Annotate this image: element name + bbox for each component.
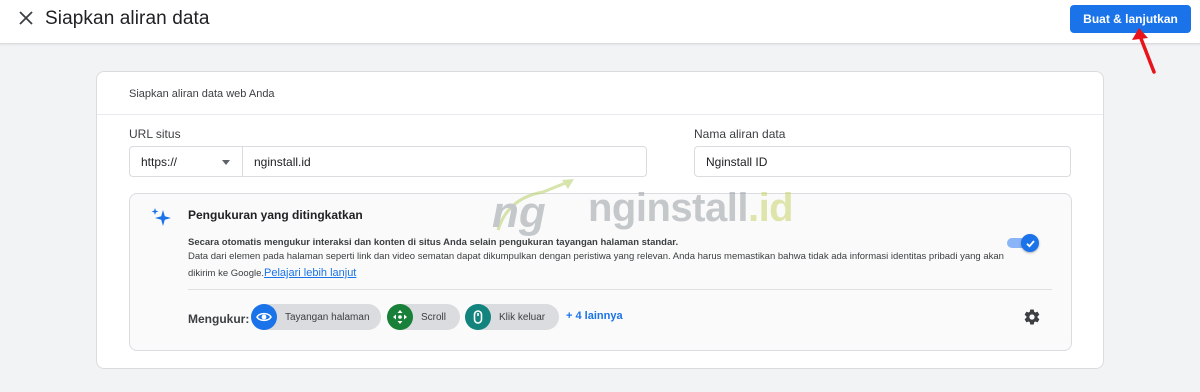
enhanced-measurement-description: Secara otomatis mengukur interaksi dan k…	[188, 236, 1008, 282]
protocol-select[interactable]: https://	[129, 146, 242, 177]
measuring-label: Mengukur:	[188, 312, 250, 326]
enhanced-measurement-toggle[interactable]	[1007, 234, 1039, 252]
learn-more-link[interactable]: Pelajari lebih lanjut	[264, 267, 356, 279]
chip-outbound-clicks: Klik keluar	[465, 304, 559, 330]
enhanced-measurement-panel: Pengukuran yang ditingkatkan Secara otom…	[129, 193, 1072, 351]
stream-name-input[interactable]	[694, 146, 1071, 177]
dropdown-arrow-icon	[222, 160, 230, 165]
close-button[interactable]	[12, 4, 40, 32]
description-bold: Secara otomatis mengukur interaksi dan k…	[188, 237, 679, 248]
card-heading: Siapkan aliran data web Anda	[97, 72, 1103, 115]
sparkle-icon	[151, 208, 171, 226]
check-icon	[1025, 239, 1035, 248]
page-title: Siapkan aliran data	[45, 8, 210, 29]
chip-scroll: Scroll	[387, 304, 460, 330]
website-url-input[interactable]	[242, 146, 647, 177]
chip-label: Tayangan halaman	[285, 311, 370, 323]
data-stream-setup-card: Siapkan aliran data web Anda URL situs N…	[96, 71, 1104, 369]
divider	[188, 289, 1052, 290]
stream-name-label: Nama aliran data	[694, 127, 786, 141]
chip-label: Scroll	[421, 311, 447, 323]
protocol-value: https://	[141, 155, 178, 169]
top-bar: Siapkan aliran data Buat & lanjutkan	[0, 0, 1200, 44]
toggle-knob	[1021, 234, 1039, 252]
annotation-arrow-icon	[1132, 28, 1156, 74]
gear-icon[interactable]	[1023, 308, 1041, 326]
enhanced-measurement-title: Pengukuran yang ditingkatkan	[188, 208, 363, 222]
mouse-icon	[473, 310, 483, 324]
chip-page-views: Tayangan halaman	[251, 304, 381, 330]
website-url-label: URL situs	[129, 127, 181, 141]
scroll-crosshair-icon	[393, 310, 407, 324]
eye-icon	[256, 312, 272, 322]
more-measurements-link[interactable]: + 4 lainnya	[566, 310, 623, 322]
close-icon	[19, 11, 33, 25]
chip-label: Klik keluar	[499, 311, 546, 323]
